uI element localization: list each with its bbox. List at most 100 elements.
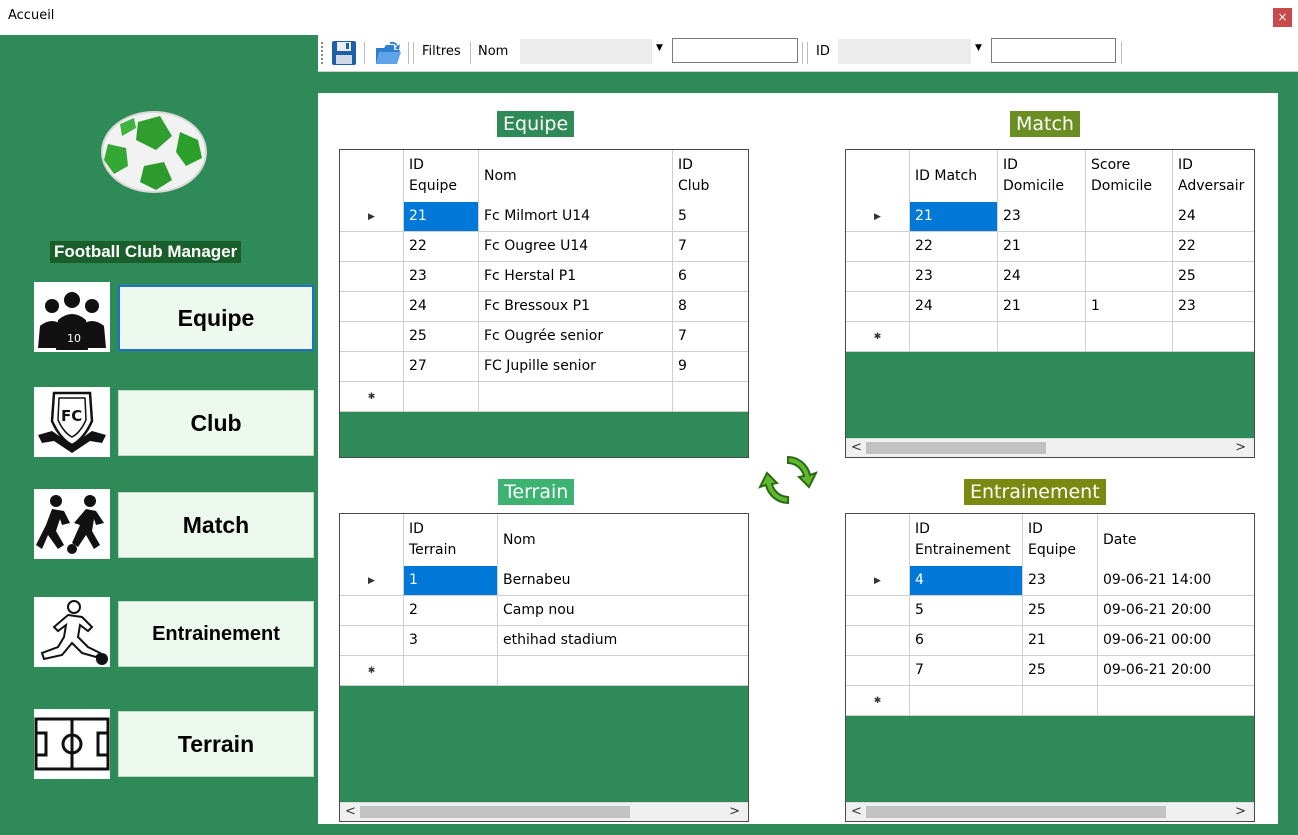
- name-filter-input[interactable]: [672, 38, 798, 63]
- refresh-icon[interactable]: [757, 451, 819, 509]
- new-row-cell[interactable]: [998, 322, 1086, 352]
- new-row-cell[interactable]: [404, 656, 498, 686]
- row-header[interactable]: ▶: [340, 566, 404, 596]
- table-cell[interactable]: Camp nou: [498, 596, 748, 626]
- entrainement-horizontal-scrollbar[interactable]: < >: [846, 802, 1254, 821]
- table-cell[interactable]: 25: [404, 322, 479, 352]
- table-cell[interactable]: 21: [998, 232, 1086, 262]
- table-cell[interactable]: 23: [910, 262, 998, 292]
- table-cell[interactable]: Fc Herstal P1: [479, 262, 673, 292]
- column-header-nom[interactable]: Nom: [479, 150, 673, 202]
- new-row-cell[interactable]: [404, 382, 479, 412]
- row-header[interactable]: ✱: [340, 656, 404, 686]
- new-row-cell[interactable]: [1023, 686, 1098, 716]
- terrain-grid[interactable]: ID Terrain Nom ▶ 1 Bernabeu 2 Camp nou 3 ethiha…: [339, 513, 749, 822]
- row-header[interactable]: ✱: [340, 382, 404, 412]
- row-header[interactable]: ✱: [846, 322, 910, 352]
- new-row-cell[interactable]: [673, 382, 748, 412]
- table-cell[interactable]: 22: [404, 232, 479, 262]
- terrain-horizontal-scrollbar[interactable]: < >: [340, 802, 748, 821]
- table-cell[interactable]: 6: [673, 262, 748, 292]
- row-header[interactable]: ▶: [846, 202, 910, 232]
- table-cell[interactable]: 21: [998, 292, 1086, 322]
- table-cell[interactable]: 21: [1023, 626, 1098, 656]
- table-cell[interactable]: 23: [404, 262, 479, 292]
- row-header[interactable]: [846, 656, 910, 686]
- scroll-right-icon[interactable]: >: [1235, 803, 1246, 821]
- row-header[interactable]: ▶: [340, 202, 404, 232]
- new-row-cell[interactable]: [910, 686, 1023, 716]
- table-cell[interactable]: 3: [404, 626, 498, 656]
- table-cell[interactable]: [1086, 232, 1173, 262]
- table-cell[interactable]: 5: [910, 596, 1023, 626]
- table-cell[interactable]: 23: [1173, 292, 1254, 322]
- column-header-date[interactable]: Date: [1098, 514, 1254, 566]
- row-header[interactable]: ▶: [846, 566, 910, 596]
- column-header-id-adversaire[interactable]: ID Adversair: [1173, 150, 1254, 202]
- table-cell[interactable]: 7: [910, 656, 1023, 686]
- row-header[interactable]: [340, 322, 404, 352]
- row-header[interactable]: [846, 596, 910, 626]
- table-cell[interactable]: 24: [910, 292, 998, 322]
- scroll-left-icon[interactable]: <: [851, 803, 862, 821]
- new-row-cell[interactable]: [1086, 322, 1173, 352]
- table-cell[interactable]: 4: [910, 566, 1023, 596]
- row-header[interactable]: [340, 292, 404, 322]
- column-header-id-equipe[interactable]: ID Equipe: [1023, 514, 1098, 566]
- column-header-id-domicile[interactable]: ID Domicile: [998, 150, 1086, 202]
- row-header[interactable]: [846, 292, 910, 322]
- table-cell[interactable]: FC Jupille senior: [479, 352, 673, 382]
- scroll-left-icon[interactable]: <: [345, 803, 356, 821]
- name-combo-dropdown-icon[interactable]: ▼: [656, 43, 663, 53]
- table-cell[interactable]: 09-06-21 14:00: [1098, 566, 1254, 596]
- save-icon[interactable]: [331, 40, 357, 66]
- column-header-score-domicile[interactable]: Score Domicile: [1086, 150, 1173, 202]
- name-filter-combo[interactable]: [520, 39, 652, 64]
- toolbar-grip[interactable]: [321, 42, 323, 64]
- table-cell[interactable]: Fc Milmort U14: [479, 202, 673, 232]
- table-cell[interactable]: 7: [673, 322, 748, 352]
- table-cell[interactable]: 21: [404, 202, 479, 232]
- table-cell[interactable]: 09-06-21 20:00: [1098, 656, 1254, 686]
- entrainement-grid[interactable]: ID Entrainement ID Equipe Date ▶ 4 23 09-06-2…: [845, 513, 1255, 822]
- table-cell[interactable]: 09-06-21 00:00: [1098, 626, 1254, 656]
- scroll-left-icon[interactable]: <: [851, 439, 862, 457]
- match-grid[interactable]: ID Match ID Domicile Score Domicile ID Adve…: [845, 149, 1255, 458]
- match-button[interactable]: Match: [118, 492, 314, 558]
- column-header-id-entrainement[interactable]: ID Entrainement: [910, 514, 1023, 566]
- scrollbar-thumb[interactable]: [866, 806, 1166, 818]
- equipe-button[interactable]: Equipe: [118, 285, 314, 351]
- row-header[interactable]: [340, 352, 404, 382]
- table-cell[interactable]: Fc Ougree U14: [479, 232, 673, 262]
- match-horizontal-scrollbar[interactable]: < >: [846, 438, 1254, 457]
- new-row-cell[interactable]: [479, 382, 673, 412]
- scroll-right-icon[interactable]: >: [729, 803, 740, 821]
- row-header[interactable]: [846, 626, 910, 656]
- row-header[interactable]: [846, 262, 910, 292]
- table-cell[interactable]: 25: [1173, 262, 1254, 292]
- table-cell[interactable]: 25: [1023, 596, 1098, 626]
- row-header[interactable]: [340, 596, 404, 626]
- open-folder-icon[interactable]: [374, 40, 402, 66]
- table-cell[interactable]: 24: [998, 262, 1086, 292]
- club-button[interactable]: Club: [118, 390, 314, 456]
- table-cell[interactable]: 8: [673, 292, 748, 322]
- table-cell[interactable]: 7: [673, 232, 748, 262]
- row-header[interactable]: [340, 262, 404, 292]
- table-cell[interactable]: [1086, 262, 1173, 292]
- table-cell[interactable]: 6: [910, 626, 1023, 656]
- table-cell[interactable]: 27: [404, 352, 479, 382]
- terrain-button[interactable]: Terrain: [118, 711, 314, 777]
- table-cell[interactable]: [1086, 202, 1173, 232]
- table-cell[interactable]: 2: [404, 596, 498, 626]
- table-cell[interactable]: 24: [1173, 202, 1254, 232]
- table-cell[interactable]: 23: [1023, 566, 1098, 596]
- close-button[interactable]: ×: [1273, 8, 1292, 27]
- row-header[interactable]: ✱: [846, 686, 910, 716]
- column-header-id-match[interactable]: ID Match: [910, 150, 998, 202]
- new-row-cell[interactable]: [1098, 686, 1254, 716]
- table-cell[interactable]: 24: [404, 292, 479, 322]
- row-header[interactable]: [340, 232, 404, 262]
- table-cell[interactable]: ethihad stadium: [498, 626, 748, 656]
- table-cell[interactable]: 21: [910, 202, 998, 232]
